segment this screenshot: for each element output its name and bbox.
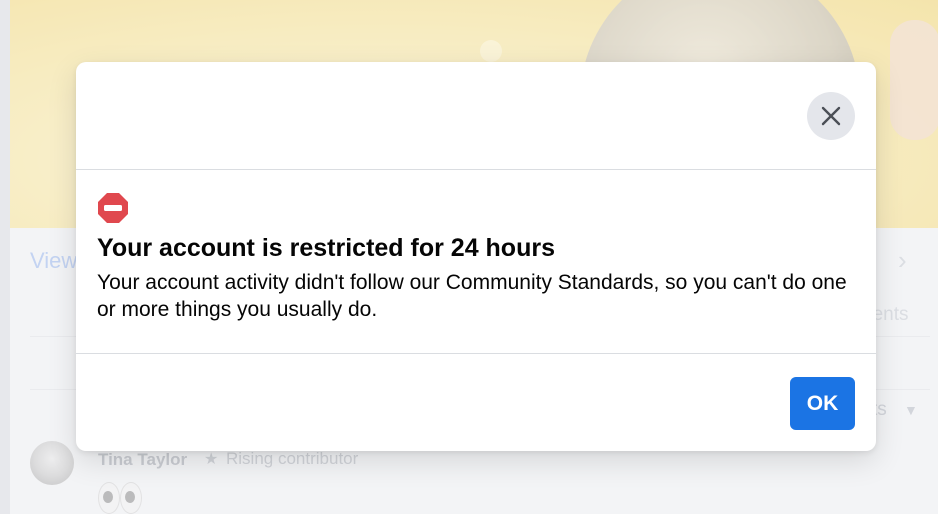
dialog-message: Your account activity didn't follow our …	[97, 271, 847, 321]
dialog-title: Your account is restricted for 24 hours	[97, 234, 555, 262]
close-button[interactable]	[807, 92, 855, 140]
close-icon	[821, 106, 841, 126]
ok-button[interactable]: OK	[790, 377, 855, 430]
restricted-icon	[98, 193, 128, 223]
restriction-dialog: Your account is restricted for 24 hours …	[76, 62, 876, 451]
screen: View n › nents ts ▼ Tina Taylor ★ Rising…	[0, 0, 938, 514]
dialog-divider	[76, 353, 876, 354]
dialog-divider	[76, 169, 876, 170]
